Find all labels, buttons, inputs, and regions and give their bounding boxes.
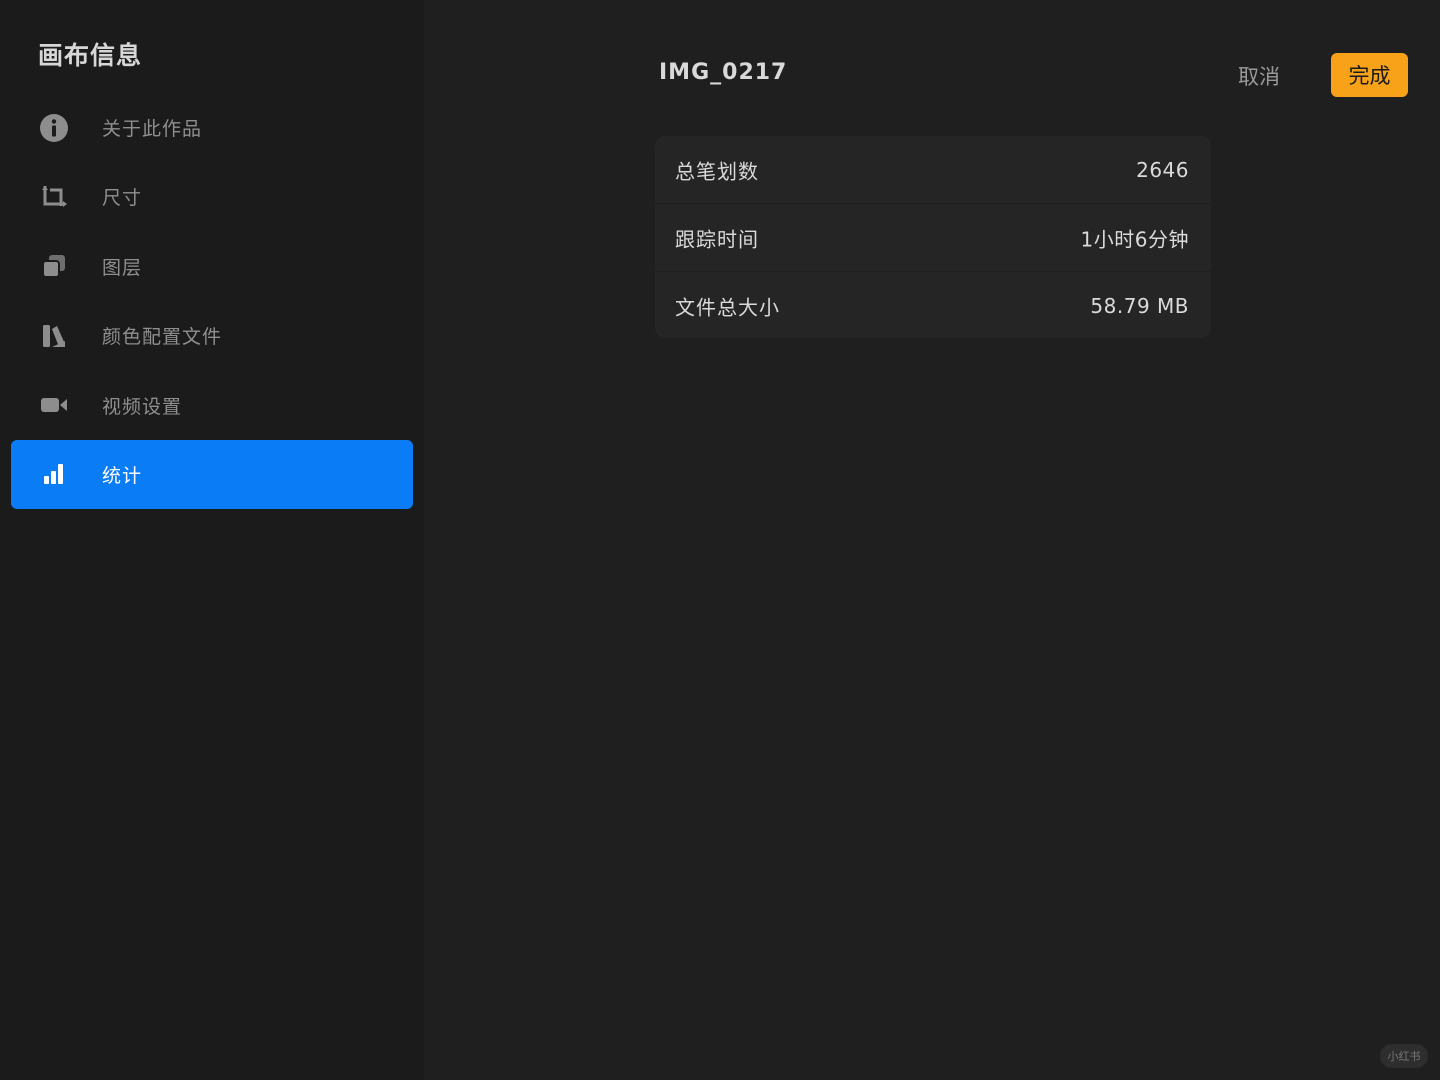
stat-label: 跟踪时间 xyxy=(675,227,759,251)
sidebar-item-size[interactable]: 尺寸 xyxy=(11,162,413,231)
canvas-info-window: 画布信息 关于此作品 尺寸 图层 颜色配置文件 视频设置 统计 IMG_0217… xyxy=(0,0,1440,1080)
sidebar-item-statistics[interactable]: 统计 xyxy=(11,439,413,509)
stat-row-file-size: 文件总大小 58.79 MB xyxy=(655,272,1211,338)
layers-icon xyxy=(38,250,70,282)
sidebar-item-label: 颜色配置文件 xyxy=(102,326,223,349)
cancel-button[interactable]: 取消 xyxy=(1238,61,1280,91)
main-panel: IMG_0217 取消 完成 总笔划数 2646 跟踪时间 1小时6分钟 文件总… xyxy=(424,0,1440,1080)
sidebar-nav: 关于此作品 尺寸 图层 颜色配置文件 视频设置 统计 xyxy=(11,93,413,509)
sidebar-item-label: 视频设置 xyxy=(102,395,183,418)
crop-icon xyxy=(38,181,70,213)
info-icon xyxy=(38,112,70,144)
sidebar-item-about[interactable]: 关于此作品 xyxy=(11,93,413,162)
stat-row-total-strokes: 总笔划数 2646 xyxy=(655,136,1211,204)
done-button[interactable]: 完成 xyxy=(1331,53,1408,97)
bar-chart-icon xyxy=(38,458,70,490)
color-profile-icon xyxy=(38,320,70,352)
stat-value: 1小时6分钟 xyxy=(1080,227,1189,251)
stat-label: 文件总大小 xyxy=(675,295,780,319)
sidebar-item-label: 关于此作品 xyxy=(102,118,203,140)
stat-value: 58.79 MB xyxy=(1090,293,1189,318)
statistics-card: 总笔划数 2646 跟踪时间 1小时6分钟 文件总大小 58.79 MB xyxy=(655,136,1211,338)
stat-value: 2646 xyxy=(1136,157,1189,182)
page-title: IMG_0217 xyxy=(659,60,788,85)
sidebar: 画布信息 关于此作品 尺寸 图层 颜色配置文件 视频设置 统计 xyxy=(0,0,424,1080)
sidebar-item-video-settings[interactable]: 视频设置 xyxy=(11,371,413,440)
sidebar-item-layers[interactable]: 图层 xyxy=(11,232,413,301)
sidebar-item-label: 尺寸 xyxy=(102,187,143,210)
video-camera-icon xyxy=(38,389,70,421)
sidebar-item-label: 图层 xyxy=(102,256,143,279)
sidebar-item-color-profile[interactable]: 颜色配置文件 xyxy=(11,301,413,370)
sidebar-item-label: 统计 xyxy=(102,464,143,487)
sidebar-title: 画布信息 xyxy=(38,41,143,70)
stat-label: 总笔划数 xyxy=(675,159,759,183)
stat-row-tracked-time: 跟踪时间 1小时6分钟 xyxy=(655,204,1211,272)
watermark: 小红书 xyxy=(1380,1044,1428,1068)
